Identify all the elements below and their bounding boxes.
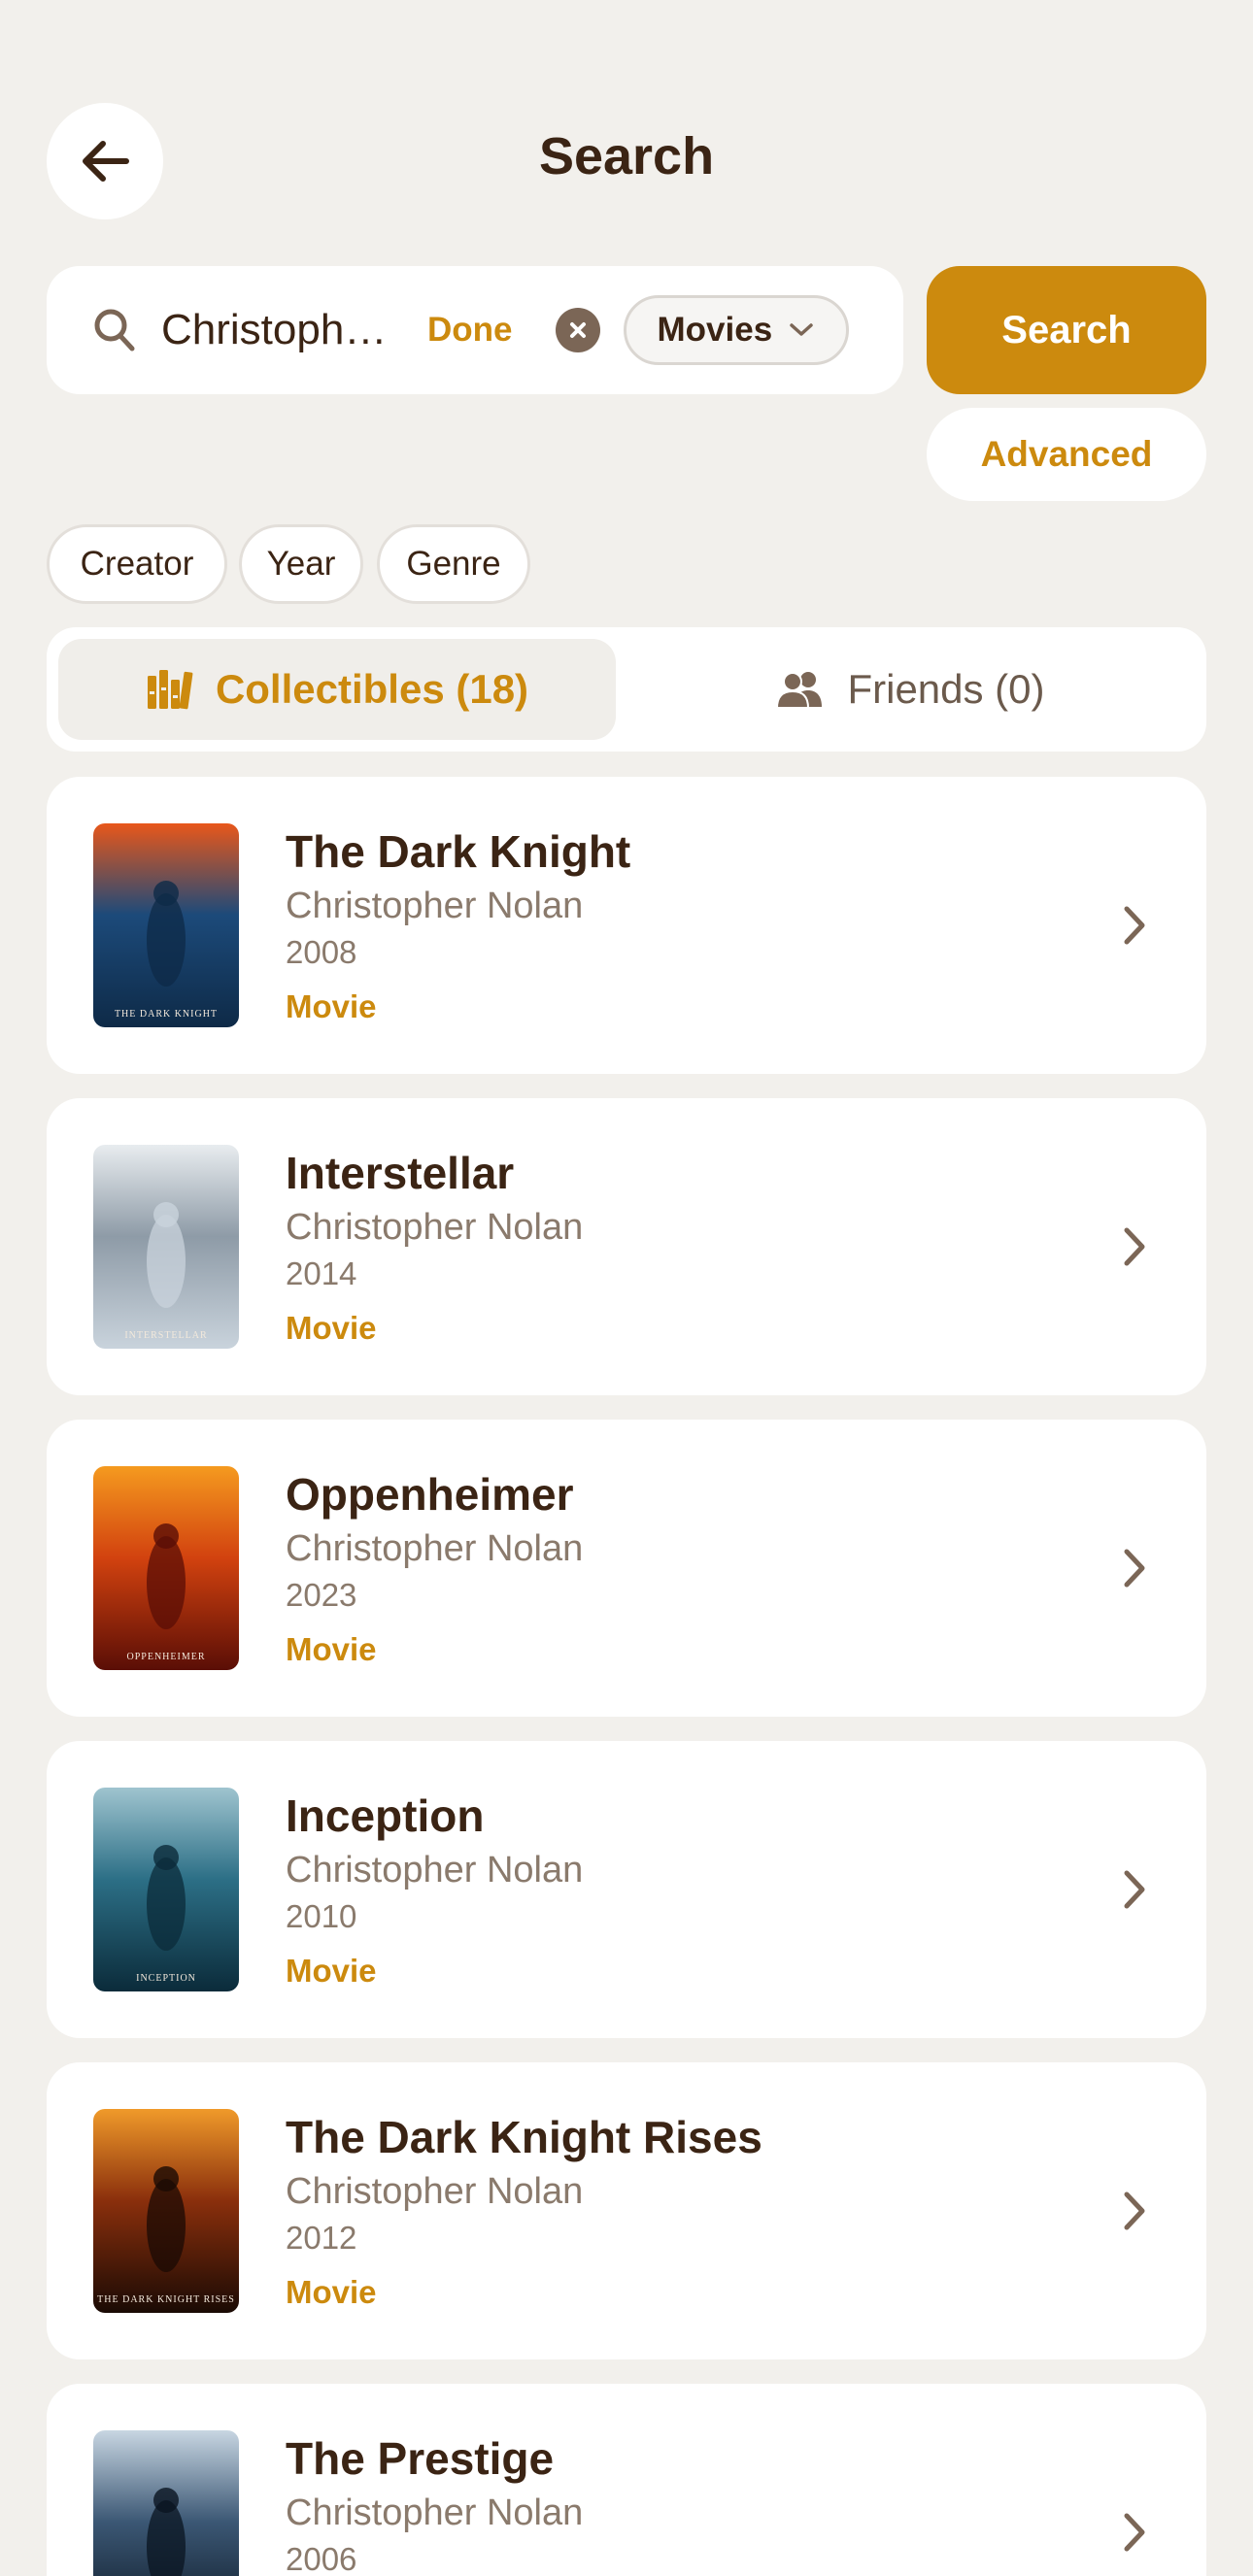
poster-caption: INTERSTELLAR bbox=[124, 1330, 208, 1341]
result-type: Movie bbox=[286, 2274, 377, 2310]
result-card[interactable]: OPPENHEIMER Oppenheimer Christopher Nolan 2… bbox=[47, 1420, 1206, 1717]
poster-image: OPPENHEIMER bbox=[93, 1466, 239, 1670]
tab-friends[interactable]: Friends (0) bbox=[627, 639, 1195, 740]
result-creator: Christopher Nolan bbox=[286, 2171, 584, 2212]
poster-image: INTERSTELLAR bbox=[93, 1145, 239, 1349]
result-card[interactable]: INTERSTELLAR Interstellar Christopher Nola… bbox=[47, 1098, 1206, 1395]
result-type: Movie bbox=[286, 1631, 377, 1667]
search-screen: Search Christopher Nolan Done Movies Sea… bbox=[0, 0, 1253, 2576]
result-card[interactable]: THE DARK KNIGHT The Dark Knight Christophe… bbox=[47, 777, 1206, 1074]
poster-image: THE DARK KNIGHT bbox=[93, 823, 239, 1027]
result-year: 2023 bbox=[286, 1577, 357, 1613]
tab-collectibles-label: Collectibles (18) bbox=[215, 666, 529, 712]
result-card[interactable]: The PrestigeChristopher Nolan2006Movie bbox=[47, 2384, 1206, 2576]
media-type-value: Movies bbox=[657, 311, 773, 349]
result-title: The Dark Knight Rises bbox=[286, 2112, 762, 2162]
chevron-right-icon bbox=[1124, 1227, 1145, 1266]
result-title: Oppenheimer bbox=[286, 1469, 574, 1520]
chevron-right-icon bbox=[1124, 1549, 1145, 1588]
result-title: The Prestige bbox=[286, 2433, 555, 2484]
result-title: Interstellar bbox=[286, 1148, 515, 1198]
result-creator: Christopher Nolan bbox=[286, 1528, 584, 1569]
chevron-right-icon bbox=[1124, 1870, 1145, 1909]
result-year: 2012 bbox=[286, 2220, 357, 2256]
result-year: 2014 bbox=[286, 1255, 357, 1291]
result-type: Movie bbox=[286, 1953, 377, 1989]
result-title: The Dark Knight bbox=[286, 826, 631, 877]
media-type-select[interactable]: Movies bbox=[623, 295, 850, 365]
search-button[interactable]: Search bbox=[927, 266, 1206, 394]
clear-button[interactable] bbox=[555, 308, 600, 352]
result-creator: Christopher Nolan bbox=[286, 1207, 584, 1248]
done-button[interactable]: Done bbox=[427, 311, 513, 350]
result-type: Movie bbox=[286, 1310, 377, 1346]
poster-image: INCEPTION bbox=[93, 1788, 239, 1991]
collection-icon bbox=[147, 670, 193, 710]
poster-caption: OPPENHEIMER bbox=[126, 1652, 206, 1662]
result-creator: Christopher Nolan bbox=[286, 886, 584, 926]
search-icon bbox=[94, 309, 135, 351]
result-card[interactable]: INCEPTION Inception Christopher Nolan 2010 M… bbox=[47, 1741, 1206, 2038]
people-icon bbox=[777, 672, 823, 709]
poster-image bbox=[93, 2430, 239, 2576]
chevron-right-icon bbox=[1124, 906, 1145, 945]
result-title: Inception bbox=[286, 1790, 485, 1841]
chevron-down-icon bbox=[790, 323, 813, 336]
poster-caption: THE DARK KNIGHT bbox=[114, 1009, 219, 1020]
result-year: 2006 bbox=[286, 2541, 357, 2576]
result-creator: Christopher Nolan bbox=[286, 2492, 584, 2533]
result-creator: Christopher Nolan bbox=[286, 1850, 584, 1890]
search-input[interactable]: Christopher Nolan Done Movies bbox=[47, 266, 903, 394]
chevron-right-icon bbox=[1124, 2191, 1145, 2230]
result-year: 2010 bbox=[286, 1898, 357, 1934]
filter-chip-genre[interactable]: Genre bbox=[377, 524, 530, 604]
result-tabs: Collectibles (18) Friends (0) bbox=[47, 627, 1206, 752]
page-title: Search bbox=[538, 127, 715, 185]
advanced-button[interactable]: Advanced bbox=[927, 408, 1206, 501]
filter-chip-creator[interactable]: Creator bbox=[47, 524, 227, 604]
tab-friends-label: Friends (0) bbox=[847, 666, 1045, 712]
poster-image: THE DARK KNIGHT RISES bbox=[93, 2109, 239, 2313]
close-icon bbox=[569, 322, 586, 338]
tab-collectibles[interactable]: Collectibles (18) bbox=[58, 639, 616, 740]
result-year: 2008 bbox=[286, 934, 357, 970]
result-type: Movie bbox=[286, 988, 377, 1024]
result-card[interactable]: THE DARK KNIGHT RISES The Dark Knight Ris… bbox=[47, 2062, 1206, 2359]
filter-chip-year[interactable]: Year bbox=[239, 524, 363, 604]
chevron-right-icon bbox=[1124, 2513, 1145, 2552]
search-query-text[interactable]: Christopher Nolan bbox=[161, 306, 396, 354]
poster-caption: THE DARK KNIGHT RISES bbox=[97, 2294, 235, 2305]
poster-caption: INCEPTION bbox=[136, 1973, 196, 1984]
